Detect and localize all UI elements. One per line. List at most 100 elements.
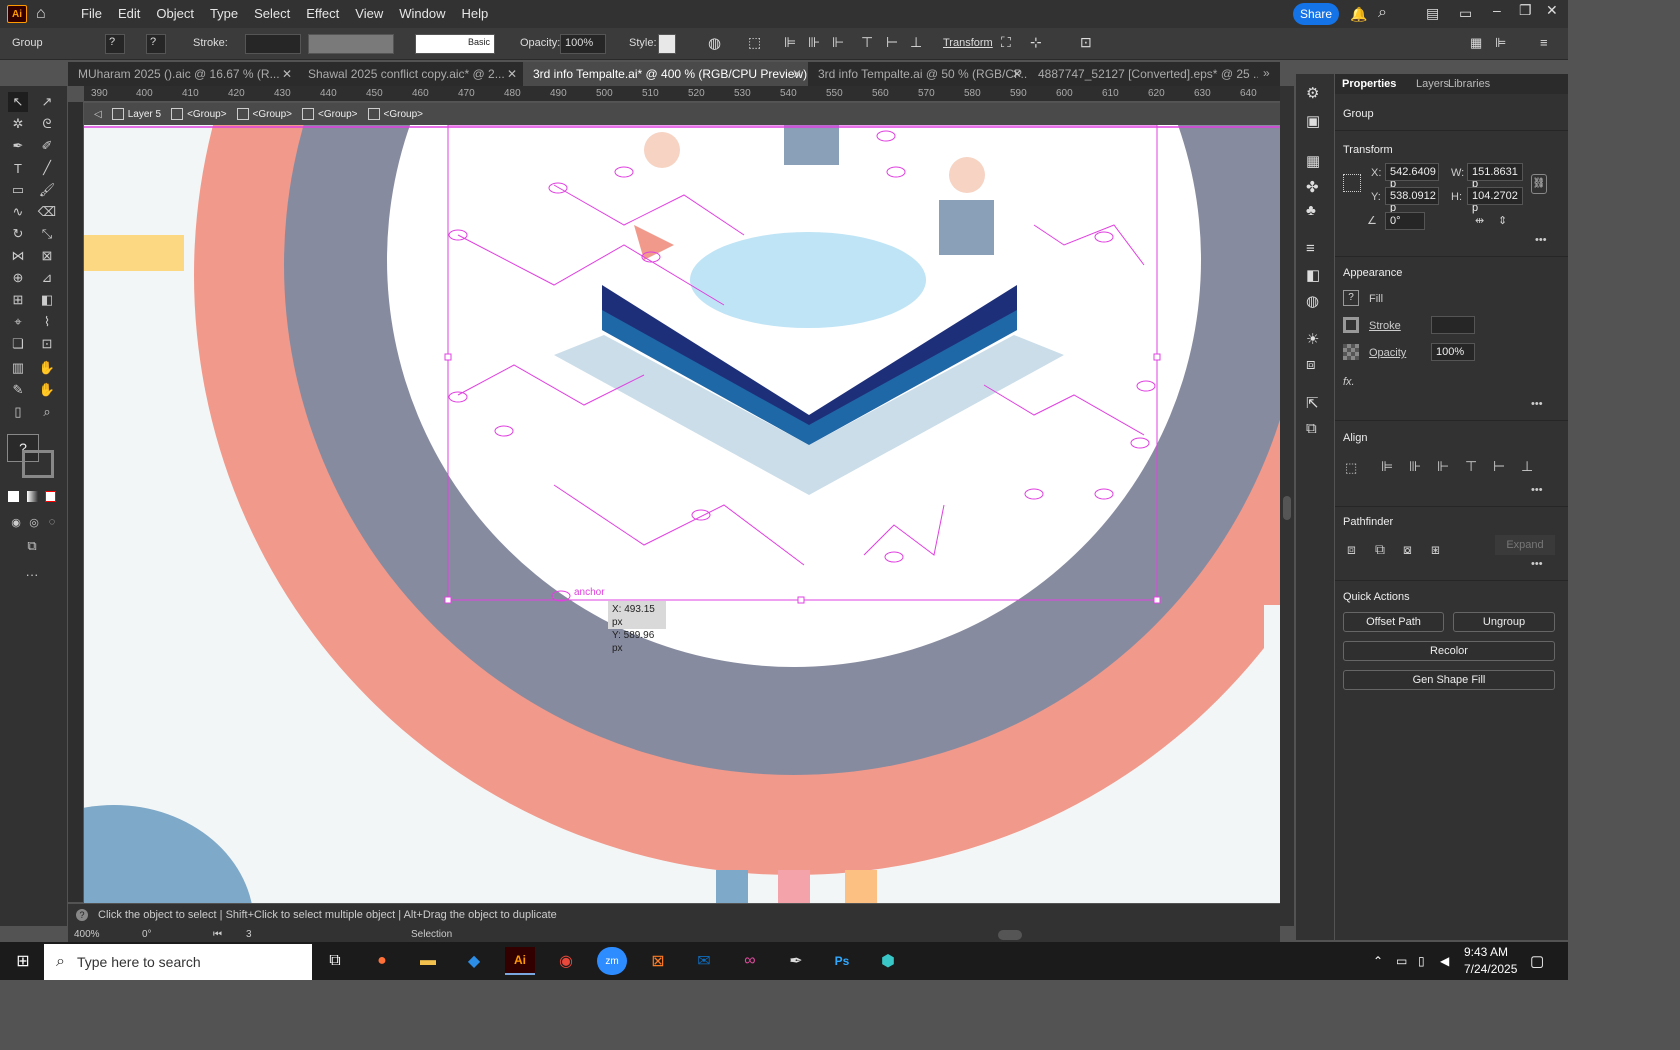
more-options-icon[interactable]: ••• (1531, 558, 1543, 570)
align-center-icon[interactable]: ⊪ (808, 34, 820, 51)
symbols-panel-icon[interactable]: ♣ (1306, 202, 1316, 219)
opacity-field[interactable]: 100% (1431, 343, 1475, 361)
fill-swatch[interactable]: ? (1343, 290, 1359, 306)
edit-artboard-icon[interactable]: ⊡ (1080, 34, 1092, 51)
file-explorer-icon[interactable]: ▬ (413, 947, 443, 975)
rotation-view[interactable]: 0° (142, 929, 152, 940)
measure-tool-icon[interactable]: ⌇ (37, 312, 57, 332)
selection-tool-icon[interactable]: ↖ (8, 92, 28, 112)
type-tool-icon[interactable]: T (8, 158, 28, 178)
align-vcenter-icon[interactable]: ⊢ (1493, 458, 1505, 475)
artboard-canvas[interactable]: anchor X: 493.15 px Y: 589.96 px (84, 125, 1280, 903)
graphic-styles-panel-icon[interactable]: ⧈ (1306, 356, 1316, 373)
symbol-sprayer-tool-icon[interactable]: ⊡ (37, 334, 57, 354)
mesh-tool-icon[interactable]: ⊞ (8, 290, 28, 310)
align-bottom-icon[interactable]: ⊥ (1521, 458, 1533, 475)
direct-selection-tool-icon[interactable]: ↗ (37, 92, 57, 112)
zoom-level[interactable]: 400% (74, 929, 100, 940)
edit-toolbar-icon[interactable]: ··· (22, 564, 42, 584)
height-field[interactable]: 104.2702 p (1467, 187, 1523, 214)
align-top-icon[interactable]: ⊤ (1465, 458, 1477, 475)
effects-icon[interactable]: fx. (1343, 376, 1355, 388)
isolate-icon[interactable]: ⛶ (1001, 34, 1011, 51)
search-icon[interactable]: ⌕ (1378, 4, 1387, 22)
opacity-label[interactable]: Opacity (1369, 347, 1406, 359)
horizontal-scrollbar[interactable] (998, 930, 1022, 940)
eyedropper-tool-icon[interactable]: ⌖ (8, 312, 28, 332)
taskbar-date[interactable]: 7/24/2025 (1464, 962, 1517, 976)
gradient-tool-icon[interactable]: ◧ (37, 290, 57, 310)
transform-link[interactable]: Transform (943, 37, 993, 49)
expand-button[interactable]: Expand (1495, 535, 1555, 555)
more-options-icon[interactable]: ••• (1531, 484, 1543, 496)
ungroup-button[interactable]: Ungroup (1453, 612, 1555, 632)
variable-width-profile[interactable] (308, 34, 394, 54)
transparency-panel-icon[interactable]: ◍ (1306, 292, 1319, 310)
rotate-tool-icon[interactable]: ↻ (8, 224, 28, 244)
tab-converted-eps[interactable]: 4887747_52127 [Converted].eps* @ 25 ... (1028, 62, 1258, 86)
draw-behind-icon[interactable]: ◎ (24, 512, 44, 532)
libraries-panel-icon[interactable]: ▣ (1306, 112, 1320, 130)
align-middle-icon[interactable]: ⊢ (886, 34, 898, 51)
illustrator-taskbar-icon[interactable]: Ai (505, 947, 535, 975)
close-tab-icon[interactable]: ✕ (507, 67, 517, 81)
recolor-button[interactable]: Recolor (1343, 641, 1555, 661)
firefox-icon[interactable]: ● (367, 947, 397, 975)
tab-layers[interactable]: Layers (1416, 78, 1449, 90)
breadcrumb-group[interactable]: <Group> (236, 108, 292, 120)
free-transform-tool-icon[interactable]: ⊠ (37, 246, 57, 266)
slice-tool-icon[interactable]: ✎ (8, 380, 28, 400)
curvature-tool-icon[interactable]: ✐ (37, 136, 57, 156)
select-similar-icon[interactable]: ⊹ (1030, 34, 1042, 51)
tray-chevron-icon[interactable]: ⌃ (1373, 954, 1383, 968)
align-top-icon[interactable]: ⊤ (861, 34, 873, 51)
battery-icon[interactable]: ▯ (1418, 954, 1425, 968)
minus-front-icon[interactable]: ⧉ (1375, 541, 1385, 558)
stroke-label[interactable]: Stroke (1369, 320, 1401, 332)
first-artboard-icon[interactable]: ⏮ (213, 929, 222, 940)
tab-properties[interactable]: Properties (1342, 78, 1396, 90)
close-tab-icon[interactable]: ✕ (1012, 67, 1022, 81)
shaper-tool-icon[interactable]: ∿ (8, 202, 28, 222)
align-left-icon[interactable]: ⊫ (1381, 458, 1393, 475)
tab-libraries[interactable]: Libraries (1448, 78, 1490, 90)
align-right-icon[interactable]: ⊩ (1437, 458, 1449, 475)
menu-icon[interactable]: ≡ (1540, 35, 1548, 50)
artboards-panel-icon[interactable]: ⧉ (1306, 420, 1317, 437)
notifications-icon[interactable]: ▢ (1530, 952, 1544, 970)
graphic-style-swatch[interactable] (658, 34, 676, 54)
gen-shape-fill-button[interactable]: Gen Shape Fill (1343, 670, 1555, 690)
menu-type[interactable]: Type (202, 0, 246, 28)
menu-help[interactable]: Help (453, 0, 496, 28)
back-arrow-icon[interactable]: ◁ (94, 109, 102, 120)
taskbar-time[interactable]: 9:43 AM (1464, 945, 1508, 959)
stroke-swatch[interactable] (1343, 317, 1359, 333)
swatches-panel-icon[interactable]: ▦ (1306, 152, 1320, 170)
properties-panel-icon[interactable]: ⚙ (1306, 84, 1319, 102)
breadcrumb-group[interactable]: <Group> (171, 108, 227, 120)
rotation-field[interactable]: 0° (1385, 212, 1425, 230)
graph-tool-icon[interactable]: ▥ (8, 358, 28, 378)
none-mode-icon[interactable] (45, 491, 56, 502)
flip-horizontal-icon[interactable]: ⇹ (1475, 214, 1484, 227)
menu-window[interactable]: Window (391, 0, 453, 28)
stroke-swatch[interactable]: ? (146, 34, 166, 54)
screen-mode-icon[interactable]: ⧉ (22, 536, 42, 556)
zoom-tool-icon[interactable]: ⌕ (37, 402, 57, 422)
chrome-icon[interactable]: ◉ (551, 947, 581, 975)
tab-shawal[interactable]: Shawal 2025 conflict copy.aic* @ 2... ✕ (298, 62, 523, 86)
opacity-field[interactable]: 100% (560, 34, 606, 54)
hand-tool-icon[interactable]: ✋ (37, 380, 57, 400)
close-icon[interactable]: ✕ (1546, 2, 1558, 19)
line-tool-icon[interactable]: ╱ (37, 158, 57, 178)
stroke-weight-field[interactable] (245, 34, 301, 54)
align-right-icon[interactable]: ⊩ (832, 34, 844, 51)
eraser-tool-icon[interactable]: ⌫ (37, 202, 57, 222)
menu-view[interactable]: View (347, 0, 391, 28)
xampp-icon[interactable]: ⊠ (643, 947, 673, 975)
menu-edit[interactable]: Edit (110, 0, 148, 28)
workspace-icon[interactable]: ▭ (1459, 5, 1472, 22)
breadcrumb-group-current[interactable]: <Group> (367, 108, 423, 120)
magic-wand-tool-icon[interactable]: ✲ (8, 114, 28, 134)
perspective-grid-tool-icon[interactable]: ⊿ (37, 268, 57, 288)
